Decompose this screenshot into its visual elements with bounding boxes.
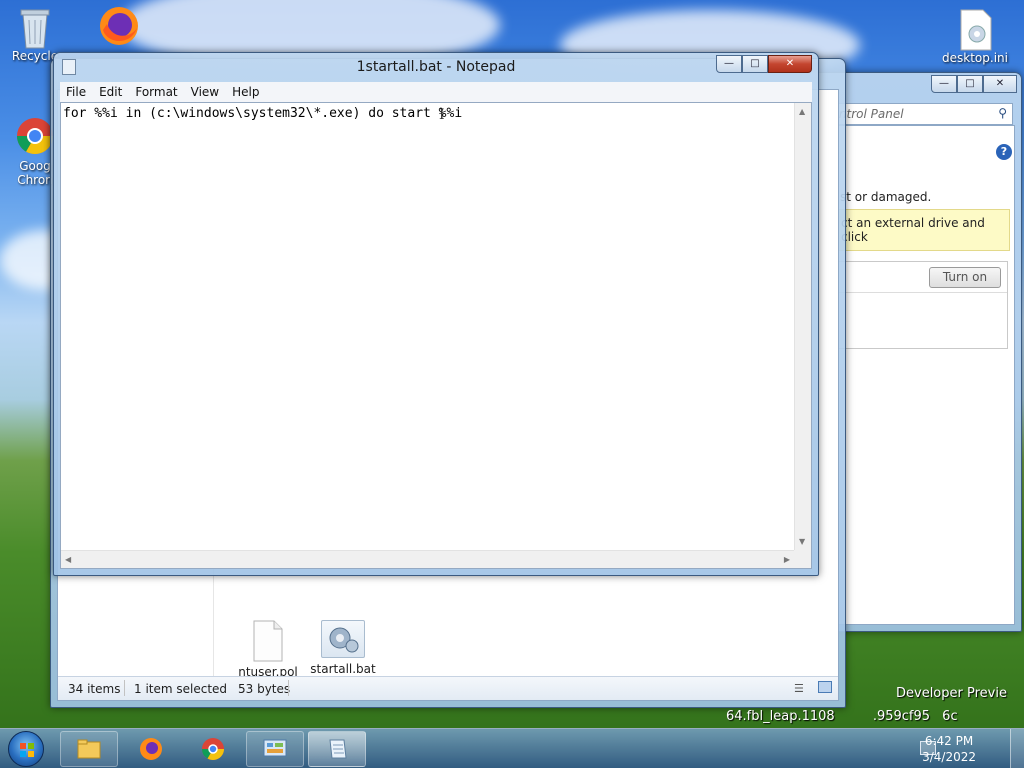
file-item-startall-bat[interactable]: startall.bat (308, 620, 378, 676)
firefox-icon (97, 4, 138, 45)
close-icon: ✕ (785, 58, 795, 69)
document-text[interactable]: for %%i in (c:\windows\system32\*.exe) d… (63, 106, 462, 121)
turn-on-label: Turn on (942, 270, 988, 284)
recycle-bin-icon (15, 6, 55, 49)
caption-buttons: — □ ✕ (716, 55, 812, 73)
menu-view[interactable]: View (185, 82, 226, 102)
clock-time: 6:42 PM (924, 734, 974, 748)
windows-logo-icon (20, 743, 34, 757)
file-label: startall.bat (310, 662, 376, 676)
menu-file[interactable]: File (60, 82, 93, 102)
taskbar-notepad[interactable] (308, 731, 366, 767)
taskbar: 6:42 PM 3/4/2022 (0, 728, 1024, 768)
desktop-icon-firefox[interactable] (82, 4, 152, 47)
maximize-icon: □ (750, 58, 760, 69)
menu-bar: File Edit Format View Help (60, 82, 812, 102)
caption-buttons: — □ ✕ (931, 75, 1017, 93)
selected-count: 1 item selected (134, 682, 228, 696)
window-title: 1startall.bat - Notepad (356, 59, 516, 75)
details-view-icon[interactable]: ☰ (794, 682, 804, 695)
clock[interactable]: 6:42 PM 3/4/2022 (922, 733, 976, 765)
clock-date: 3/4/2022 (922, 750, 976, 764)
chrome-icon (15, 116, 55, 156)
notepad-window: 1startall.bat - Notepad — □ ✕ File Edit … (53, 52, 819, 576)
turn-on-button[interactable]: Turn on (929, 267, 1001, 288)
scroll-left-icon[interactable]: ◀ (65, 555, 71, 564)
scroll-right-icon[interactable]: ▶ (784, 555, 790, 564)
batch-file-icon (321, 620, 365, 658)
scroll-down-icon[interactable]: ▼ (799, 537, 805, 546)
backup-panel: Turn on (836, 261, 1008, 349)
scroll-up-icon[interactable]: ▲ (799, 107, 805, 116)
firefox-icon (140, 738, 162, 760)
status-divider (124, 680, 125, 696)
help-icon[interactable]: ? (996, 144, 1012, 160)
text-cursor-icon: I (439, 107, 445, 123)
menu-format[interactable]: Format (129, 82, 184, 102)
watermark: Developer Previe (896, 686, 1007, 701)
watermark-line: Developer Previe (896, 686, 1007, 701)
item-count: 34 items (68, 682, 121, 696)
horizontal-scrollbar[interactable]: ◀ ▶ (61, 550, 794, 568)
taskbar-control-panel[interactable] (246, 731, 304, 767)
taskbar-explorer[interactable] (60, 731, 118, 767)
title-bar[interactable]: 1startall.bat - Notepad — □ ✕ (54, 53, 818, 81)
vertical-scrollbar[interactable]: ▲ ▼ (794, 103, 811, 550)
taskbar-chrome[interactable] (184, 731, 242, 767)
watermark-line: 64.fbl_leap.1108 (726, 709, 835, 724)
watermark-line: 6c (942, 709, 958, 724)
chrome-icon (202, 738, 224, 760)
panel-divider (837, 292, 1007, 293)
selected-size: 53 bytes (238, 682, 291, 696)
menu-edit[interactable]: Edit (93, 82, 129, 102)
notepad-icon (329, 739, 347, 759)
watermark: 64.fbl_leap.1108 .959cf95 6c (726, 709, 958, 724)
scrollbar-corner (794, 550, 811, 568)
start-button[interactable] (8, 731, 44, 767)
warning-banner: ct an external drive and click (836, 209, 1010, 251)
text-editor[interactable]: for %%i in (c:\windows\system32\*.exe) d… (60, 102, 812, 569)
minimize-button[interactable]: — (716, 55, 742, 73)
minimize-button[interactable]: — (931, 75, 957, 93)
close-button[interactable]: ✕ (983, 75, 1017, 93)
minimize-icon: — (724, 58, 734, 69)
status-bar: 34 items 1 item selected 53 bytes ☰ (58, 676, 838, 700)
taskbar-firefox[interactable] (122, 731, 180, 767)
folder-icon (77, 739, 101, 759)
file-item-ntuser-pol[interactable]: ntuser.pol (233, 620, 303, 679)
file-icon (253, 620, 283, 662)
show-desktop-button[interactable] (1010, 729, 1024, 768)
large-icons-view-icon[interactable] (818, 681, 832, 693)
control-panel-icon (263, 739, 287, 757)
status-divider (288, 680, 289, 696)
warning-text: ct an external drive and click (841, 216, 985, 244)
settings-file-icon (955, 8, 995, 51)
close-button[interactable]: ✕ (768, 55, 812, 73)
maximize-button[interactable]: □ (742, 55, 768, 73)
desktop-icon-desktop-ini[interactable]: desktop.ini (940, 8, 1010, 65)
watermark-line: .959cf95 (872, 709, 931, 724)
menu-help[interactable]: Help (226, 82, 266, 102)
desktop-icon-label: desktop.ini (942, 51, 1008, 65)
search-icon[interactable]: ⚲ (998, 106, 1007, 120)
maximize-button[interactable]: □ (957, 75, 983, 93)
status-text: st or damaged. (840, 190, 932, 204)
